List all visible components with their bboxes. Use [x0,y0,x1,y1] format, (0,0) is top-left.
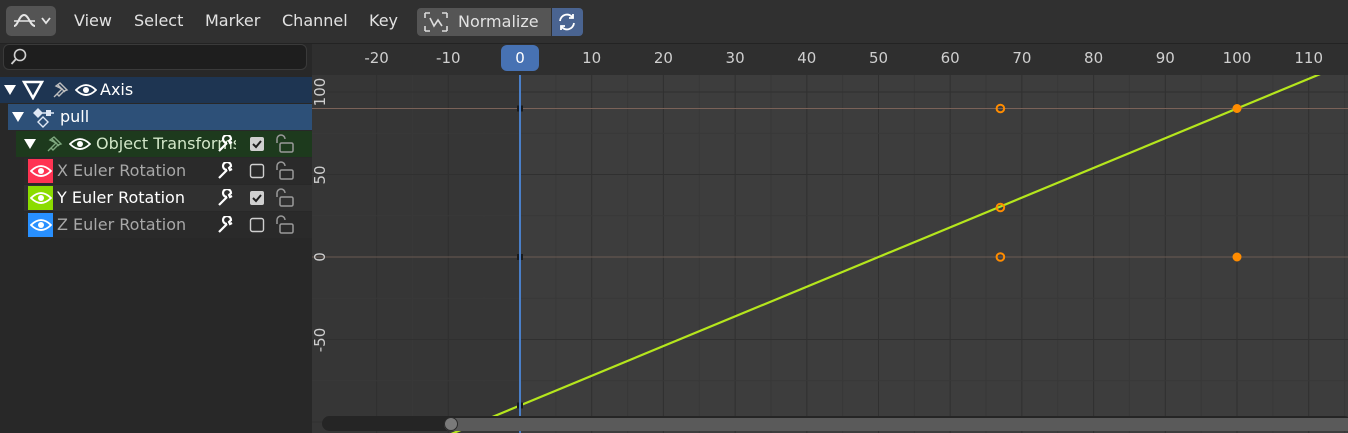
scrollbar-handle[interactable] [444,417,458,431]
eye-icon [30,192,52,204]
graph-canvas[interactable] [312,44,1348,433]
normalize-icon [424,12,448,32]
mute-checkbox[interactable] [249,217,265,233]
normalize-label: Normalize [458,12,539,31]
value-tick-label: 100 [312,77,329,107]
channel-group-object-transforms[interactable]: Object Transforms [16,131,312,157]
channel-object-label: Axis [100,80,134,99]
expand-triangle-icon[interactable] [12,112,24,122]
mute-checkbox[interactable] [249,136,265,152]
channel-action-label: pull [60,107,90,126]
frame-tick-label: 10 [582,49,602,67]
frame-ruler[interactable]: -20 -10 10 20 30 40 50 60 70 80 90 100 110 [312,44,1348,75]
mute-checkbox[interactable] [249,163,265,179]
pin-icon[interactable] [44,134,64,154]
channel-curve-label: Y Euler Rotation [57,188,185,207]
value-tick-label: 50 [312,164,329,185]
frame-tick-label: -20 [364,49,389,67]
wrench-icon[interactable] [216,189,236,207]
normalize-toggle[interactable]: Normalize [417,8,551,36]
channel-curve-x-euler-rotation[interactable]: X Euler Rotation [24,158,312,184]
channel-curve-label: X Euler Rotation [57,161,187,180]
current-frame-indicator[interactable]: 0 [501,45,539,71]
normalize-sync-button[interactable] [552,8,583,36]
channel-action-pull[interactable]: pull [8,104,312,130]
wrench-icon[interactable] [216,216,236,234]
scrollbar-thumb[interactable] [444,418,1348,431]
channel-curve-y-euler-rotation[interactable]: Y Euler Rotation [24,185,312,211]
frame-tick-label: 50 [868,49,889,67]
channel-group-label: Object Transforms [96,134,236,153]
y-euler-rotation-curve[interactable] [434,49,1348,433]
mute-checkbox[interactable] [249,190,265,206]
frame-tick-label: 100 [1222,49,1252,67]
menu-view[interactable]: View [74,11,112,30]
menu-marker[interactable]: Marker [205,11,260,30]
wrench-icon[interactable] [216,162,236,180]
menu-key[interactable]: Key [369,11,398,30]
chevron-down-icon [41,17,51,25]
graph-editor-header: View Select Marker Channel Key Normalize [0,0,1348,44]
frame-tick-label: 80 [1084,49,1104,67]
eye-icon[interactable] [75,82,97,98]
action-icon [33,108,54,128]
lock-icon[interactable] [272,215,296,235]
wrench-icon[interactable] [216,135,236,153]
expand-triangle-icon[interactable] [4,85,16,95]
search-icon [10,48,27,65]
menu-select[interactable]: Select [134,11,183,30]
sync-icon [559,13,575,31]
curve-color-swatch[interactable] [28,213,53,237]
eye-icon[interactable] [69,136,91,152]
lock-icon[interactable] [272,134,296,154]
keyframe-point[interactable] [1232,104,1242,113]
graph-area[interactable]: -20 -10 10 20 30 40 50 60 70 80 90 100 110 0 100 50 0-… [312,44,1348,433]
eye-icon [30,165,52,177]
keyframe-point[interactable] [1232,252,1242,262]
frame-tick-label: 30 [725,49,745,67]
lock-icon[interactable] [272,188,296,208]
eye-icon [30,219,52,231]
curve-color-swatch[interactable] [28,159,53,183]
menu-channel[interactable]: Channel [282,11,348,30]
channel-curve-label: Z Euler Rotation [57,215,187,234]
expand-triangle-icon[interactable] [24,139,36,149]
frame-tick-label: 90 [1155,49,1175,67]
frame-tick-label: 110 [1294,49,1324,67]
channel-curve-z-euler-rotation[interactable]: Z Euler Rotation [24,212,312,238]
curve-color-swatch[interactable] [28,186,53,210]
pin-icon[interactable] [50,80,70,100]
channel-object-axis[interactable]: Axis [0,77,312,103]
value-tick-label: -50 [312,327,329,352]
channel-search-input[interactable] [3,44,307,70]
empty-object-icon [22,80,44,100]
frame-tick-label: -10 [436,49,461,67]
value-tick-label: 0 [312,252,329,262]
frame-tick-label: 70 [1012,49,1032,67]
graph-editor-icon [13,13,51,27]
channel-list: Axis pull Object Transforms X Euler Rota… [0,44,312,433]
frame-tick-label: 40 [797,49,817,67]
frame-tick-label: 60 [940,49,960,67]
frame-tick-label: 20 [653,49,673,67]
editor-type-selector[interactable] [6,6,56,36]
lock-icon[interactable] [272,161,296,181]
